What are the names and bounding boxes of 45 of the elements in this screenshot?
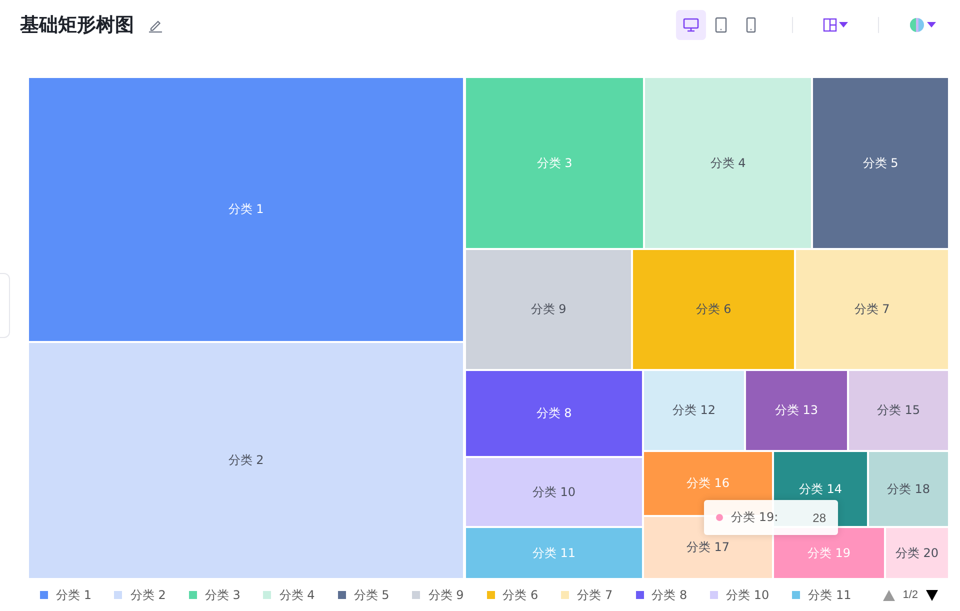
cell-label: 分类 1: [228, 201, 264, 218]
cell-label: 分类 2: [228, 452, 264, 469]
cell-label: 分类 10: [532, 484, 576, 500]
cell-label: 分类 18: [886, 480, 930, 498]
cell-label: 分类 9: [530, 301, 566, 318]
legend-label[interactable]: 分类 9: [428, 586, 464, 604]
legend-label[interactable]: 分类 8: [652, 586, 688, 604]
tablet-icon: [715, 17, 727, 33]
legend-label[interactable]: 分类 5: [354, 586, 390, 604]
cell-label: 分类 14: [798, 480, 842, 498]
cell-label: 分类 7: [854, 301, 890, 318]
cell-label: 分类 16: [686, 475, 730, 492]
caret-icon: [839, 22, 848, 28]
page-indicator: 1/2: [902, 589, 918, 601]
legend-label[interactable]: 分类 2: [130, 586, 166, 604]
cell-label: 分类 13: [774, 402, 818, 419]
legend-label[interactable]: 分类 10: [726, 586, 770, 604]
tooltip-value: 28: [812, 510, 826, 524]
cell-label: 分类 12: [672, 402, 716, 419]
legend-label[interactable]: 分类 7: [577, 586, 613, 604]
cell-label: 分类 6: [696, 301, 732, 318]
legend-label[interactable]: 分类 11: [808, 586, 852, 604]
legend-label[interactable]: 分类 6: [502, 586, 538, 604]
next-page-button[interactable]: [926, 590, 938, 600]
legend-label[interactable]: 分类 4: [279, 586, 315, 604]
phone-icon: [746, 17, 756, 33]
cell-label: 分类 19: [807, 544, 851, 562]
desktop-icon: [683, 18, 699, 32]
cell-label: 分类 20: [895, 544, 939, 562]
cell-label: 分类 4: [710, 154, 746, 172]
caret-icon: [927, 22, 936, 28]
theme-icon: [909, 17, 925, 33]
side-panel-handle[interactable]: [0, 273, 10, 338]
cell-label: 分类 8: [536, 405, 572, 422]
cell-label: 分类 5: [862, 154, 898, 172]
cell-label: 分类 11: [532, 544, 576, 562]
page-title: 基础矩形树图: [20, 13, 134, 38]
layout-icon: [823, 18, 837, 32]
desktop-view-button[interactable]: [676, 10, 706, 40]
cell-label: 分类 17: [686, 539, 730, 556]
cell-label: 分类 15: [876, 402, 920, 419]
legend-label[interactable]: 分类 3: [204, 586, 240, 604]
cell-label: 分类 3: [536, 154, 572, 172]
legend-label[interactable]: 分类 1: [56, 586, 92, 604]
tooltip-label: 分类 19:: [731, 509, 778, 526]
